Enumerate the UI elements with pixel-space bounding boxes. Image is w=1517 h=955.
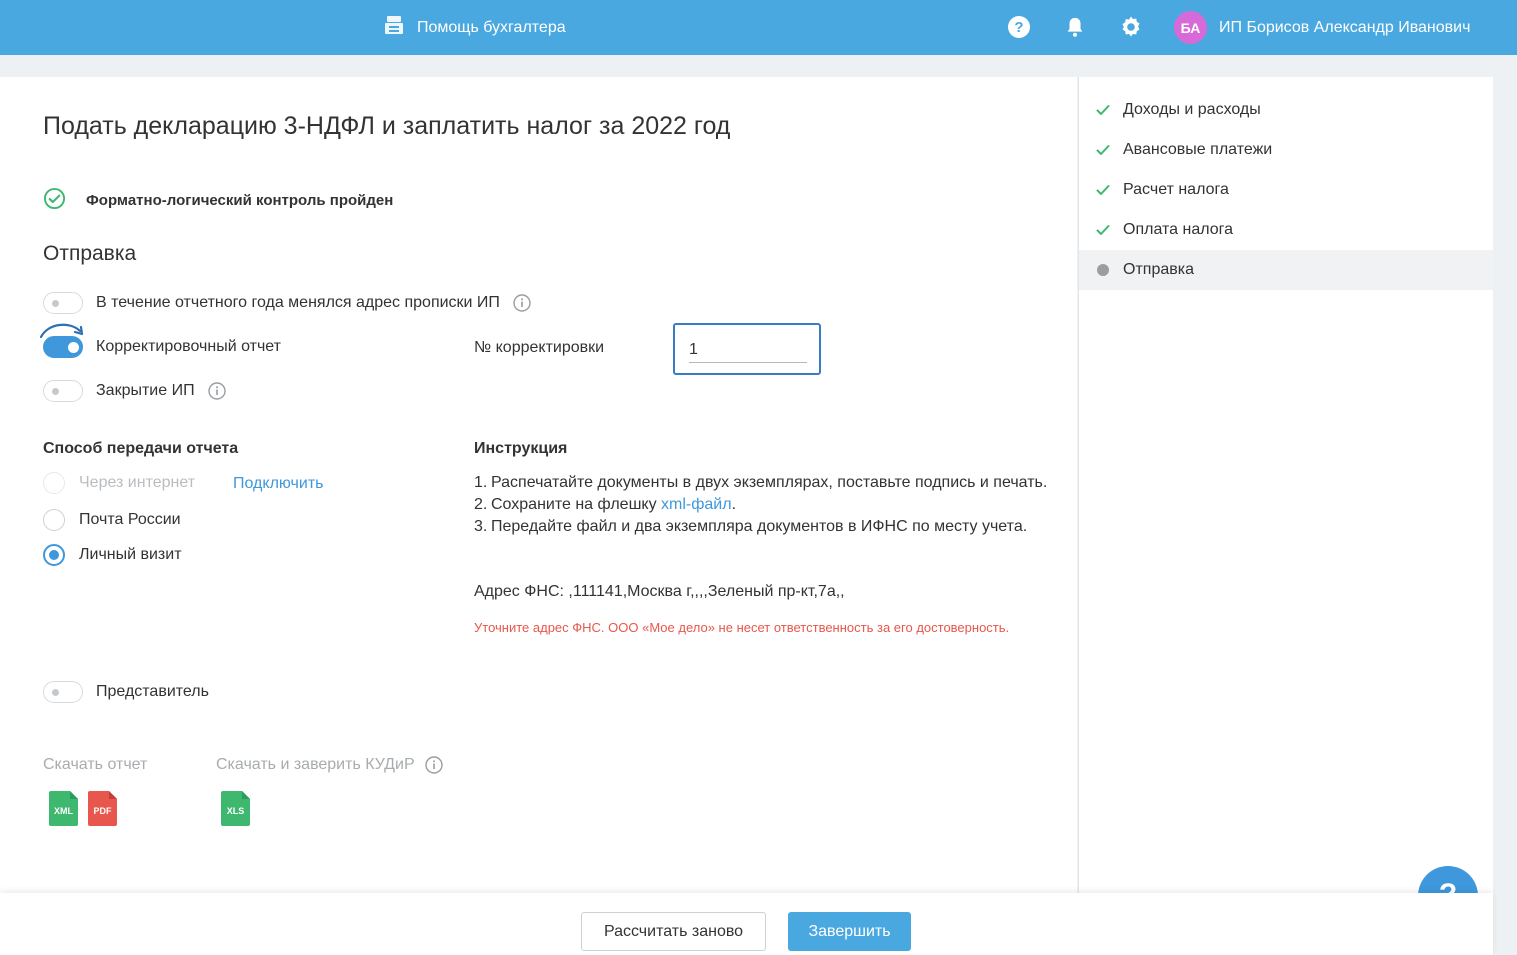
steps-sidebar: Доходы и расходы Авансовые платежи Расче… [1078, 77, 1493, 955]
check-circle-icon [43, 187, 66, 214]
help-icon[interactable]: ? [1006, 14, 1032, 40]
right-gutter [1493, 77, 1517, 955]
avatar: БА [1174, 11, 1207, 44]
item-text: Распечатайте документы в двух экземпляра… [491, 474, 1048, 491]
gear-icon[interactable] [1118, 14, 1144, 40]
item-text-before: Сохраните на флешку [491, 496, 662, 513]
instruction-heading: Инструкция [474, 440, 568, 457]
accountant-help-link[interactable]: Помощь бухгалтера [383, 14, 566, 41]
item-number: 2. [474, 496, 488, 513]
flk-status: Форматно-логический контроль пройден [43, 187, 393, 214]
instruction-list: 1. Распечатайте документы в двух экземпл… [474, 472, 1064, 538]
correction-number-input[interactable] [689, 337, 807, 363]
delivery-option-label: Личный визит [79, 546, 182, 563]
radio-post[interactable] [43, 509, 65, 531]
steps-list: Доходы и расходы Авансовые платежи Расче… [1079, 90, 1493, 290]
checkmark-icon [1096, 104, 1110, 116]
step-label: Авансовые платежи [1123, 141, 1273, 158]
xml-file-icon[interactable]: XML [49, 791, 78, 826]
item-text: Сохраните на флешку xml-файл. [491, 494, 736, 516]
recalculate-button[interactable]: Рассчитать заново [581, 912, 766, 951]
checkmark-icon [1096, 184, 1110, 196]
connect-link[interactable]: Подключить [233, 475, 323, 493]
xml-file-link[interactable]: xml-файл [661, 496, 732, 513]
step-label: Доходы и расходы [1123, 101, 1261, 118]
section-title: Отправка [43, 242, 137, 265]
item-number: 3. [474, 518, 488, 535]
step-label: Отправка [1123, 261, 1194, 278]
bell-icon[interactable] [1062, 14, 1088, 40]
info-icon[interactable] [424, 756, 443, 774]
representative-toggle[interactable] [43, 681, 83, 703]
download-kudir-text: Скачать и заверить КУДиР [216, 756, 415, 773]
checkmark-icon [1096, 224, 1110, 236]
delivery-option-label: Через интернет [79, 474, 196, 491]
top-header: Помощь бухгалтера ? БА ИП Борисов Алекса… [0, 0, 1517, 55]
list-item: 2. Сохраните на флешку xml-файл. [474, 494, 1064, 516]
info-icon[interactable] [207, 382, 226, 400]
radio-visit[interactable] [43, 544, 65, 566]
correction-report-toggle[interactable] [43, 336, 83, 358]
current-step-dot-icon [1096, 264, 1110, 276]
footer-bar: Рассчитать заново Завершить [0, 893, 1493, 955]
checkmark-icon [1096, 144, 1110, 156]
header-icons: ? [1006, 14, 1144, 40]
item-number: 1. [474, 474, 488, 491]
list-item: 3. Передайте файл и два экземпляра докум… [474, 516, 1064, 538]
delivery-heading: Способ передачи отчета [43, 440, 239, 457]
delivery-option-label: Почта России [79, 511, 181, 528]
correction-report-label: Корректировочный отчет [96, 338, 281, 355]
cash-register-icon [383, 14, 405, 41]
pdf-file-icon[interactable]: PDF [88, 791, 117, 826]
representative-label: Представитель [96, 683, 209, 700]
download-kudir-label: Скачать и заверить КУДиР [216, 756, 443, 774]
download-report-label: Скачать отчет [43, 756, 147, 774]
closing-toggle[interactable] [43, 380, 83, 402]
user-name: ИП Борисов Александр Иванович [1219, 18, 1471, 36]
list-item: 1. Распечатайте документы в двух экземпл… [474, 472, 1064, 494]
delivery-option-internet[interactable]: Через интернет [43, 472, 195, 494]
step-advance-payments[interactable]: Авансовые платежи [1079, 130, 1493, 170]
radio-internet[interactable] [43, 472, 65, 494]
closing-row: Закрытие ИП [43, 380, 226, 402]
svg-text:?: ? [1014, 19, 1023, 36]
step-tax-calculation[interactable]: Расчет налога [1079, 170, 1493, 210]
closing-label: Закрытие ИП [96, 382, 195, 399]
address-changed-toggle[interactable] [43, 292, 83, 314]
file-type-label: XML [54, 806, 74, 816]
address-changed-label: В течение отчетного года менялся адрес п… [96, 294, 500, 311]
xls-file-icon[interactable]: XLS [221, 791, 250, 826]
correction-number-label: № корректировки [474, 339, 605, 356]
item-text-after: . [731, 496, 737, 513]
correction-number-field-wrapper [673, 323, 821, 375]
page-title: Подать декларацию 3-НДФЛ и заплатить нал… [43, 112, 731, 140]
finish-button[interactable]: Завершить [788, 912, 911, 951]
representative-row: Представитель [43, 681, 209, 703]
user-menu[interactable]: БА ИП Борисов Александр Иванович [1174, 11, 1470, 44]
address-changed-row: В течение отчетного года менялся адрес п… [43, 292, 531, 314]
step-label: Расчет налога [1123, 181, 1229, 198]
file-type-label: PDF [94, 806, 113, 816]
delivery-option-visit[interactable]: Личный визит [43, 544, 182, 566]
flk-status-label: Форматно-логический контроль пройден [86, 192, 394, 209]
step-label: Оплата налога [1123, 221, 1234, 238]
download-report-text: Скачать отчет [43, 756, 148, 773]
fns-address: Адрес ФНС: ,111141,Москва г,,,,Зеленый п… [474, 583, 845, 600]
info-icon[interactable] [513, 294, 531, 312]
accountant-help-label: Помощь бухгалтера [417, 18, 566, 36]
step-income-expenses[interactable]: Доходы и расходы [1079, 90, 1493, 130]
step-sending[interactable]: Отправка [1079, 250, 1493, 290]
delivery-option-post[interactable]: Почта России [43, 509, 181, 531]
file-type-label: XLS [227, 806, 245, 816]
correction-report-row: Корректировочный отчет [43, 336, 281, 358]
fns-address-warning: Уточните адрес ФНС. ООО «Мое дело» не не… [474, 620, 1010, 635]
item-text: Передайте файл и два экземпляра документ… [491, 518, 1028, 535]
step-tax-payment[interactable]: Оплата налога [1079, 210, 1493, 250]
main-panel: Подать декларацию 3-НДФЛ и заплатить нал… [0, 77, 1077, 955]
